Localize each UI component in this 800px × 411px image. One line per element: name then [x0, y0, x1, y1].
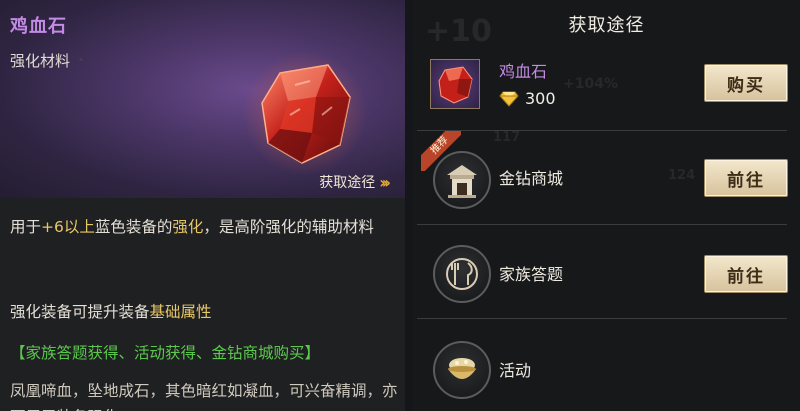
price-value: 300	[525, 89, 556, 108]
source-link[interactable]: 获取途径 ›››	[319, 172, 391, 192]
item-lore: 凤凰啼血，坠地成石，其色暗红如凝血，可兴奋精调，亦可用于装备强化	[10, 382, 398, 411]
item-detail-card: 鸡血石 强化材料 获取途径 ››› 用于+6以上蓝色装备的强化，是高阶强化的辅助…	[0, 0, 405, 411]
goto-quiz-button[interactable]: 前往	[704, 255, 788, 293]
source-name-event: 活动	[499, 361, 532, 380]
source-row-shop: 推荐 金钻商城 前往	[421, 131, 791, 226]
desc-text: 用于	[10, 218, 42, 236]
bonus-text: 强化装备可提升装备	[10, 303, 150, 321]
item-type: 强化材料	[10, 52, 71, 70]
shop-icon	[433, 151, 491, 209]
panel-title: 获取途径	[568, 15, 645, 36]
gem-icon	[243, 51, 367, 175]
desc-text: 蓝色装备的	[94, 218, 173, 236]
item-bonus: 强化装备可提升装备基础属性	[10, 300, 212, 322]
goto-shop-button[interactable]: 前往	[704, 159, 788, 197]
diamond-icon	[499, 91, 519, 107]
acquire-panel: +10 +104% 117 124 获取途径 鸡血石 300 购买 推荐 金钻商…	[413, 0, 800, 411]
event-icon	[433, 341, 491, 399]
obtain-methods: 【家族答题获得、活动获得、金钻商城购买】	[10, 344, 321, 362]
source-row-quiz: 家族答题 前往	[421, 225, 791, 320]
item-name: 鸡血石	[10, 16, 67, 37]
source-row-event: 活动	[421, 319, 791, 411]
purchase-price: 300	[499, 89, 556, 108]
desc-text: ，是高阶强化的辅助材料	[203, 218, 374, 236]
source-link-label: 获取途径	[319, 175, 376, 191]
buy-button[interactable]: 购买	[704, 64, 788, 102]
bonus-highlight: 基础属性	[149, 303, 212, 321]
source-name-shop: 金钻商城	[499, 169, 564, 188]
source-name-quiz: 家族答题	[499, 265, 564, 284]
item-hero: 鸡血石 强化材料 获取途径 ›››	[0, 0, 405, 198]
item-description: 用于+6以上蓝色装备的强化，是高阶强化的辅助材料	[10, 214, 395, 240]
purchase-row: 鸡血石 300 购买	[421, 48, 791, 130]
purchase-item-name: 鸡血石	[499, 62, 548, 81]
desc-highlight-enhance: 强化	[172, 218, 204, 236]
chevron-right-icon: ›››	[379, 172, 391, 192]
gem-icon	[438, 66, 473, 104]
desc-highlight-level: +6以上	[41, 218, 95, 236]
gem-thumbnail	[430, 59, 480, 109]
quiz-icon	[433, 245, 491, 303]
